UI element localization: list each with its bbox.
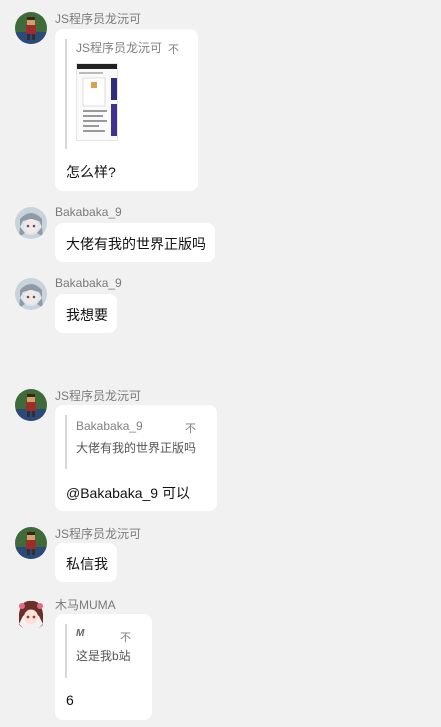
screenshot-thumbnail-icon[interactable] <box>76 63 118 141</box>
quoted-text: 这是我b站 <box>76 649 131 663</box>
quoted-sender-name: JS程序员龙沅可 <box>76 41 163 55</box>
quoted-more-text: 不 <box>168 44 179 56</box>
quoted-message[interactable]: JS程序员龙沅可 不 <box>65 39 188 149</box>
sender-name: Bakabaka_9 <box>55 205 122 219</box>
anime-girl-avatar-icon[interactable] <box>15 278 47 310</box>
quoted-message[interactable]: M 不 这是我b站 <box>65 624 142 678</box>
sender-name: JS程序员龙沅可 <box>55 12 142 26</box>
quoted-more-text: 不 <box>120 632 131 644</box>
message-text: 6 <box>66 692 74 708</box>
pixel-character-avatar-icon[interactable] <box>15 389 47 421</box>
anime-girl-avatar-icon[interactable] <box>15 207 47 239</box>
pixel-character-avatar-icon[interactable] <box>15 527 47 559</box>
message-bubble[interactable]: 我想要 <box>55 294 117 333</box>
message-bubble[interactable]: 大佬有我的世界正版吗 <box>55 223 215 262</box>
sender-name: JS程序员龙沅可 <box>55 389 142 403</box>
quoted-sender-name: M <box>76 628 85 639</box>
pixel-character-avatar-icon[interactable] <box>15 12 47 44</box>
message-bubble[interactable]: 私信我 <box>55 543 117 582</box>
sender-name: JS程序员龙沅可 <box>55 527 142 541</box>
anime-girl-brown-hair-avatar-icon[interactable] <box>15 598 47 630</box>
message-text: 大佬有我的世界正版吗 <box>66 236 206 252</box>
sender-name: 木马MUMA <box>55 598 116 612</box>
message-bubble[interactable]: M 不 这是我b站 6 <box>55 614 152 720</box>
quoted-more-text: 不 <box>185 423 196 435</box>
message-text: 我想要 <box>66 307 108 323</box>
message-bubble[interactable]: JS程序员龙沅可 不 怎么样? <box>55 29 198 191</box>
message-text: @Bakabaka_9 可以 <box>66 485 190 501</box>
quoted-text: 大佬有我的世界正版吗 <box>76 441 197 455</box>
message-text: 私信我 <box>66 556 108 572</box>
message-text: 怎么样? <box>66 164 116 180</box>
message-bubble[interactable]: Bakabaka_9 不 大佬有我的世界正版吗 @Bakabaka_9 可以 <box>55 405 217 511</box>
sender-name: Bakabaka_9 <box>55 276 122 290</box>
quoted-message[interactable]: Bakabaka_9 不 大佬有我的世界正版吗 <box>65 415 207 469</box>
